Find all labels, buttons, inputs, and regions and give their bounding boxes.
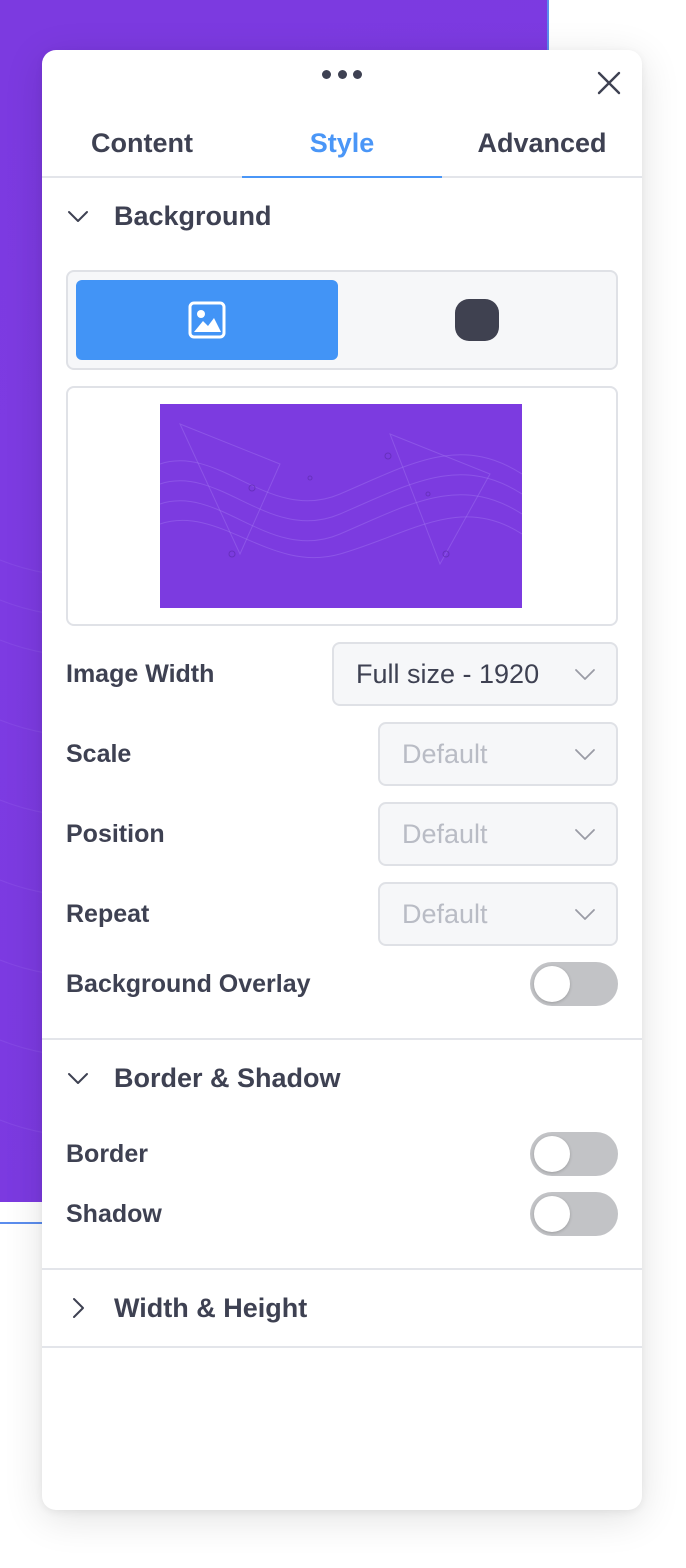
- background-type-toggle: [66, 270, 618, 370]
- toggle-knob: [534, 966, 570, 1002]
- chevron-down-icon: [575, 909, 595, 920]
- chevron-right-icon: [73, 1298, 84, 1318]
- scale-value: Default: [402, 738, 488, 769]
- toggle-knob: [534, 1136, 570, 1172]
- section-header-border-shadow[interactable]: Border & Shadow: [42, 1048, 642, 1108]
- border-label: Border: [66, 1140, 148, 1168]
- chevron-down-icon: [575, 749, 595, 760]
- position-value: Default: [402, 818, 488, 849]
- tab-content[interactable]: Content: [42, 110, 242, 176]
- background-type-image-button[interactable]: [76, 280, 338, 360]
- tab-style[interactable]: Style: [242, 110, 442, 178]
- image-width-value: Full size - 1920: [356, 658, 540, 689]
- color-swatch-icon: [455, 299, 499, 341]
- background-overlay-label: Background Overlay: [66, 970, 311, 998]
- section-header-width-height[interactable]: Width & Height: [42, 1278, 642, 1338]
- repeat-label: Repeat: [66, 900, 150, 928]
- shadow-toggle[interactable]: [530, 1192, 618, 1236]
- background-image-picker[interactable]: [66, 386, 618, 626]
- section-title: Width & Height: [114, 1292, 308, 1323]
- background-image-preview: [160, 404, 522, 608]
- scale-label: Scale: [66, 740, 132, 768]
- chevron-down-icon: [575, 669, 595, 680]
- background-type-color-button[interactable]: [346, 280, 608, 360]
- image-width-label: Image Width: [66, 660, 215, 688]
- section-title: Border & Shadow: [114, 1062, 341, 1093]
- section-divider: [42, 1346, 642, 1348]
- background-overlay-toggle[interactable]: [530, 962, 618, 1006]
- position-label: Position: [66, 820, 165, 848]
- scale-select[interactable]: Default: [378, 722, 618, 786]
- repeat-select[interactable]: Default: [378, 882, 618, 946]
- image-width-select[interactable]: Full size - 1920: [332, 642, 618, 706]
- style-settings-panel: Content Style Advanced Background Image …: [42, 50, 642, 1510]
- tab-bar: Content Style Advanced: [42, 110, 642, 178]
- image-icon: [188, 301, 226, 339]
- chevron-down-icon: [68, 1073, 88, 1084]
- section-divider: [42, 1268, 642, 1270]
- chevron-down-icon: [575, 829, 595, 840]
- repeat-value: Default: [402, 898, 488, 929]
- section-divider: [42, 1038, 642, 1040]
- drag-handle-dots-icon[interactable]: [322, 70, 362, 80]
- section-title: Background: [114, 200, 272, 231]
- toggle-knob: [534, 1196, 570, 1232]
- section-header-background[interactable]: Background: [42, 186, 642, 246]
- chevron-down-icon: [68, 211, 88, 222]
- position-select[interactable]: Default: [378, 802, 618, 866]
- close-icon[interactable]: [594, 68, 624, 98]
- shadow-label: Shadow: [66, 1200, 162, 1228]
- tab-advanced[interactable]: Advanced: [442, 110, 642, 176]
- border-toggle[interactable]: [530, 1132, 618, 1176]
- canvas-selection-outline: [0, 1222, 42, 1224]
